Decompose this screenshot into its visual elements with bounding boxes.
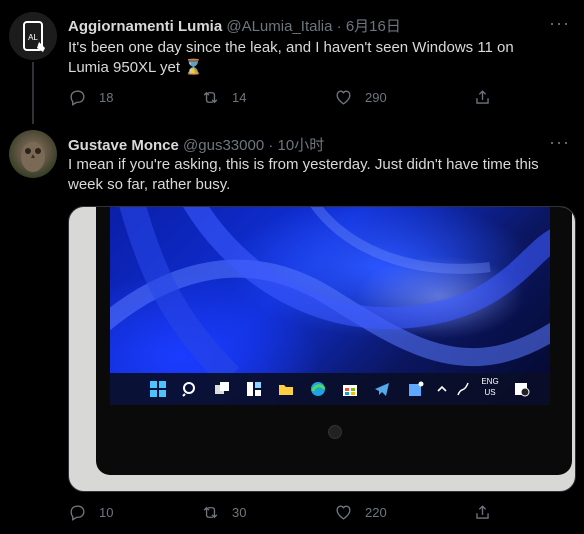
- more-options-icon[interactable]: ···: [549, 133, 570, 151]
- tweet-header: Gustave Monce @gus33000 · 10小时: [68, 134, 324, 155]
- like-count: 290: [365, 90, 387, 105]
- start-icon[interactable]: [150, 381, 166, 397]
- pen-icon[interactable]: [456, 381, 470, 397]
- windows-taskbar: ENG US: [110, 373, 550, 405]
- share-icon: [476, 90, 489, 104]
- share-icon: [476, 505, 489, 519]
- widgets-icon[interactable]: [246, 381, 262, 397]
- share-button[interactable]: [473, 88, 492, 107]
- separator-dot: ·: [268, 137, 274, 154]
- language-code: ENG: [481, 377, 499, 386]
- tweet-text: I mean if you're asking, this is from ye…: [68, 156, 539, 193]
- app-icon[interactable]: [408, 381, 424, 397]
- reply-button[interactable]: 10: [68, 503, 113, 522]
- svg-text:AL: AL: [28, 33, 38, 42]
- tweet-actions: 10 30 220: [68, 503, 498, 525]
- reply-icon: [70, 505, 85, 521]
- like-count: 220: [365, 505, 387, 520]
- notification-icon[interactable]: [514, 381, 530, 397]
- tweet-timestamp[interactable]: 10小时: [278, 137, 325, 154]
- thread-connector-line: [32, 62, 34, 124]
- like-button[interactable]: 290: [334, 88, 387, 107]
- heart-icon: [336, 90, 351, 105]
- search-icon[interactable]: [182, 381, 198, 397]
- tweet-header: Aggiornamenti Lumia @ALumia_Italia · 6月1…: [68, 15, 401, 36]
- retweet-button[interactable]: 30: [201, 503, 246, 522]
- tweet-text: It's been one day since the leak, and I …: [68, 39, 514, 76]
- store-icon[interactable]: [342, 381, 358, 397]
- display-name[interactable]: Gustave Monce: [68, 137, 179, 154]
- tweet-aggiornamenti-lumia[interactable]: AL Aggiornamenti Lumia @ALumia_Italia · …: [0, 0, 584, 124]
- separator-dot: ·: [336, 18, 342, 35]
- avatar-aggiornamenti-lumia[interactable]: AL: [9, 12, 57, 60]
- reply-count: 18: [99, 90, 114, 105]
- region-code: US: [484, 388, 496, 397]
- phone-device: ENG US: [96, 207, 572, 475]
- avatar-gustave-monce[interactable]: [9, 130, 57, 178]
- tweet-timestamp[interactable]: 6月16日: [346, 18, 401, 35]
- telegram-icon[interactable]: [374, 381, 390, 397]
- phone-camera-dot: [328, 425, 342, 439]
- phone-logo-icon: AL: [9, 12, 57, 60]
- language-indicator[interactable]: ENG US: [476, 376, 504, 398]
- tweet-photo[interactable]: ENG US: [68, 206, 576, 492]
- reply-icon: [70, 90, 85, 106]
- reply-button[interactable]: 18: [68, 88, 113, 107]
- share-button[interactable]: [473, 503, 492, 522]
- heart-icon: [336, 505, 351, 520]
- retweet-icon: [203, 506, 218, 519]
- like-button[interactable]: 220: [334, 503, 387, 522]
- user-handle[interactable]: @gus33000: [183, 137, 264, 154]
- display-name[interactable]: Aggiornamenti Lumia: [68, 18, 222, 35]
- retweet-count: 14: [232, 90, 247, 105]
- more-options-icon[interactable]: ···: [549, 14, 570, 32]
- owl-avatar-icon: [21, 142, 45, 172]
- edge-icon[interactable]: [310, 381, 326, 397]
- user-handle[interactable]: @ALumia_Italia: [226, 18, 332, 35]
- phone-screen: ENG US: [110, 207, 550, 405]
- task-view-icon[interactable]: [214, 381, 230, 397]
- chevron-up-icon[interactable]: [436, 381, 448, 397]
- file-explorer-icon[interactable]: [278, 381, 294, 397]
- retweet-button[interactable]: 14: [201, 88, 246, 107]
- retweet-icon: [203, 91, 218, 104]
- reply-count: 10: [99, 505, 114, 520]
- tweet-actions: 18 14 290: [68, 88, 498, 110]
- retweet-count: 30: [232, 505, 247, 520]
